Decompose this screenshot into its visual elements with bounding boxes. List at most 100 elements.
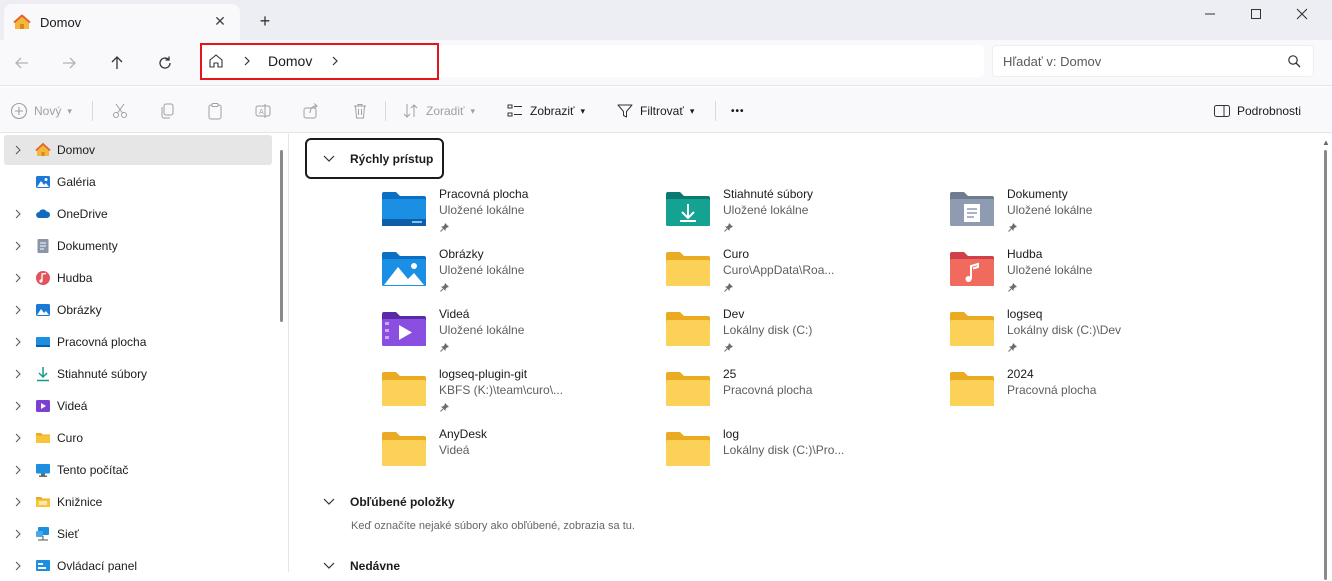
- folder-tile[interactable]: Dev Lokálny disk (C:): [666, 307, 926, 363]
- sidebar-item-kniznice[interactable]: Knižnice: [4, 487, 272, 517]
- up-button[interactable]: [103, 49, 131, 77]
- more-options-button[interactable]: •••: [731, 97, 745, 125]
- folder-name: AnyDesk: [439, 427, 488, 441]
- search-box[interactable]: Hľadať v: Domov: [992, 45, 1314, 77]
- section-favorites[interactable]: Obľúbené položky: [322, 495, 455, 509]
- delete-button[interactable]: [351, 97, 369, 125]
- folder-tile[interactable]: 25 Pracovná plocha: [666, 367, 926, 423]
- sidebar-item-obrazky[interactable]: Obrázky: [4, 295, 272, 325]
- favorites-empty-message: Keď označíte nejaké súbory ako obľúbené,…: [351, 520, 635, 532]
- details-label: Podrobnosti: [1237, 104, 1302, 118]
- sidebar-label: Dokumenty: [57, 239, 118, 253]
- paste-button[interactable]: [206, 97, 224, 125]
- sidebar-item-tento-pocitac[interactable]: Tento počítač: [4, 455, 272, 485]
- sidebar-item-dokumenty[interactable]: Dokumenty: [4, 231, 272, 261]
- sidebar-scrollbar[interactable]: [280, 150, 283, 322]
- section-quick-access[interactable]: Rýchly prístup: [322, 152, 433, 166]
- folder-tile[interactable]: Hudba Uložené lokálne: [950, 247, 1210, 303]
- folder-tile[interactable]: Curo Curo\AppData\Roa...: [666, 247, 926, 303]
- sort-button[interactable]: Zoradiť ▾: [402, 97, 475, 125]
- address-highlight-box: [200, 43, 439, 80]
- videos-icon: [35, 398, 51, 414]
- forward-button[interactable]: [55, 49, 83, 77]
- back-button[interactable]: [8, 49, 36, 77]
- filter-button[interactable]: Filtrovať ▾: [616, 97, 694, 125]
- search-input[interactable]: Hľadať v: Domov: [1003, 54, 1101, 69]
- view-button[interactable]: Zobraziť ▾: [506, 97, 585, 125]
- downloads-icon: [35, 366, 51, 382]
- pictures-icon: [35, 302, 51, 318]
- content-scrollbar[interactable]: [1324, 150, 1327, 580]
- sidebar-item-domov[interactable]: Domov: [4, 135, 272, 165]
- folder-tile[interactable]: AnyDesk Videá: [382, 427, 642, 483]
- chevron-right-icon[interactable]: [14, 144, 24, 156]
- section-title: Obľúbené položky: [350, 495, 455, 509]
- share-button[interactable]: [302, 97, 320, 125]
- folder-icon: [950, 311, 994, 347]
- chevron-right-icon[interactable]: [14, 464, 24, 476]
- network-icon: [35, 526, 51, 542]
- sort-label: Zoradiť: [426, 104, 465, 118]
- close-window-button[interactable]: [1279, 0, 1325, 28]
- music-icon: [35, 270, 51, 286]
- copy-button[interactable]: [158, 97, 176, 125]
- chevron-right-icon[interactable]: [14, 240, 24, 252]
- chevron-right-icon[interactable]: [14, 560, 24, 572]
- chevron-right-icon[interactable]: [14, 528, 24, 540]
- chevron-right-icon[interactable]: [14, 368, 24, 380]
- sidebar-item-onedrive[interactable]: OneDrive: [4, 199, 272, 229]
- sidebar-item-siet[interactable]: Sieť: [4, 519, 272, 549]
- maximize-button[interactable]: [1233, 0, 1279, 28]
- sidebar-item-stiahnute-subory[interactable]: Stiahnuté súbory: [4, 359, 272, 389]
- more-icon: •••: [731, 105, 745, 117]
- minimize-button[interactable]: [1187, 0, 1233, 28]
- sidebar-item-ovladaci-panel[interactable]: Ovládací panel: [4, 551, 272, 581]
- chevron-right-icon[interactable]: [14, 336, 24, 348]
- chevron-right-icon[interactable]: [14, 432, 24, 444]
- section-recent[interactable]: Nedávne: [322, 559, 400, 573]
- folder-location: Pracovná plocha: [723, 383, 813, 397]
- folder-tile[interactable]: log Lokálny disk (C:)\Pro...: [666, 427, 926, 483]
- desktop-icon: [35, 334, 51, 350]
- folder-tile[interactable]: Pracovná plocha Uložené lokálne: [382, 187, 642, 243]
- clipboard-icon: [208, 103, 222, 120]
- folder-tile[interactable]: 2024 Pracovná plocha: [950, 367, 1210, 423]
- folder-icon: [666, 311, 710, 347]
- folder-location: Lokálny disk (C:): [723, 323, 813, 337]
- section-title: Rýchly prístup: [350, 152, 434, 166]
- details-button[interactable]: Podrobnosti: [1213, 97, 1301, 125]
- rename-button[interactable]: A: [254, 97, 272, 125]
- cloud-icon: [35, 206, 51, 222]
- sidebar-item-pracovna-plocha[interactable]: Pracovná plocha: [4, 327, 272, 357]
- tab-domov[interactable]: Domov ✕: [4, 4, 240, 40]
- cut-button[interactable]: [111, 97, 129, 125]
- sidebar-item-hudba[interactable]: Hudba: [4, 263, 272, 293]
- folder-tile[interactable]: logseq Lokálny disk (C:)\Dev: [950, 307, 1210, 363]
- new-tab-button[interactable]: +: [254, 10, 276, 32]
- chevron-right-icon[interactable]: [14, 304, 24, 316]
- folder-tile[interactable]: Stiahnuté súbory Uložené lokálne: [666, 187, 926, 243]
- chevron-right-icon[interactable]: [14, 208, 24, 220]
- sidebar-label: Domov: [57, 143, 96, 157]
- chevron-right-icon[interactable]: [14, 400, 24, 412]
- maximize-icon: [1251, 9, 1261, 19]
- folder-icon: [382, 371, 426, 407]
- navigation-pane: Domov Galéria OneDrive Dokumenty Hudba O…: [0, 134, 272, 573]
- videos-folder-icon: [382, 311, 426, 347]
- chevron-right-icon[interactable]: [14, 272, 24, 284]
- tab-close-button[interactable]: ✕: [212, 13, 228, 29]
- scroll-up-arrow-icon[interactable]: ▲: [1322, 138, 1330, 147]
- new-button[interactable]: Nový ▾: [10, 97, 72, 125]
- search-icon[interactable]: [1287, 54, 1301, 68]
- folder-name: Obrázky: [439, 247, 484, 261]
- refresh-button[interactable]: [151, 49, 179, 77]
- sidebar-item-curo[interactable]: Curo: [4, 423, 272, 453]
- folder-tile[interactable]: Dokumenty Uložené lokálne: [950, 187, 1210, 243]
- sidebar-item-videa[interactable]: Videá: [4, 391, 272, 421]
- folder-tile[interactable]: Obrázky Uložené lokálne: [382, 247, 642, 303]
- sidebar-item-galeria[interactable]: Galéria: [4, 167, 272, 197]
- folder-tile[interactable]: logseq-plugin-git KBFS (K:)\team\curo\..…: [382, 367, 642, 423]
- folder-tile[interactable]: Videá Uložené lokálne: [382, 307, 642, 363]
- chevron-right-icon[interactable]: [14, 496, 24, 508]
- folder-location: Uložené lokálne: [439, 203, 525, 217]
